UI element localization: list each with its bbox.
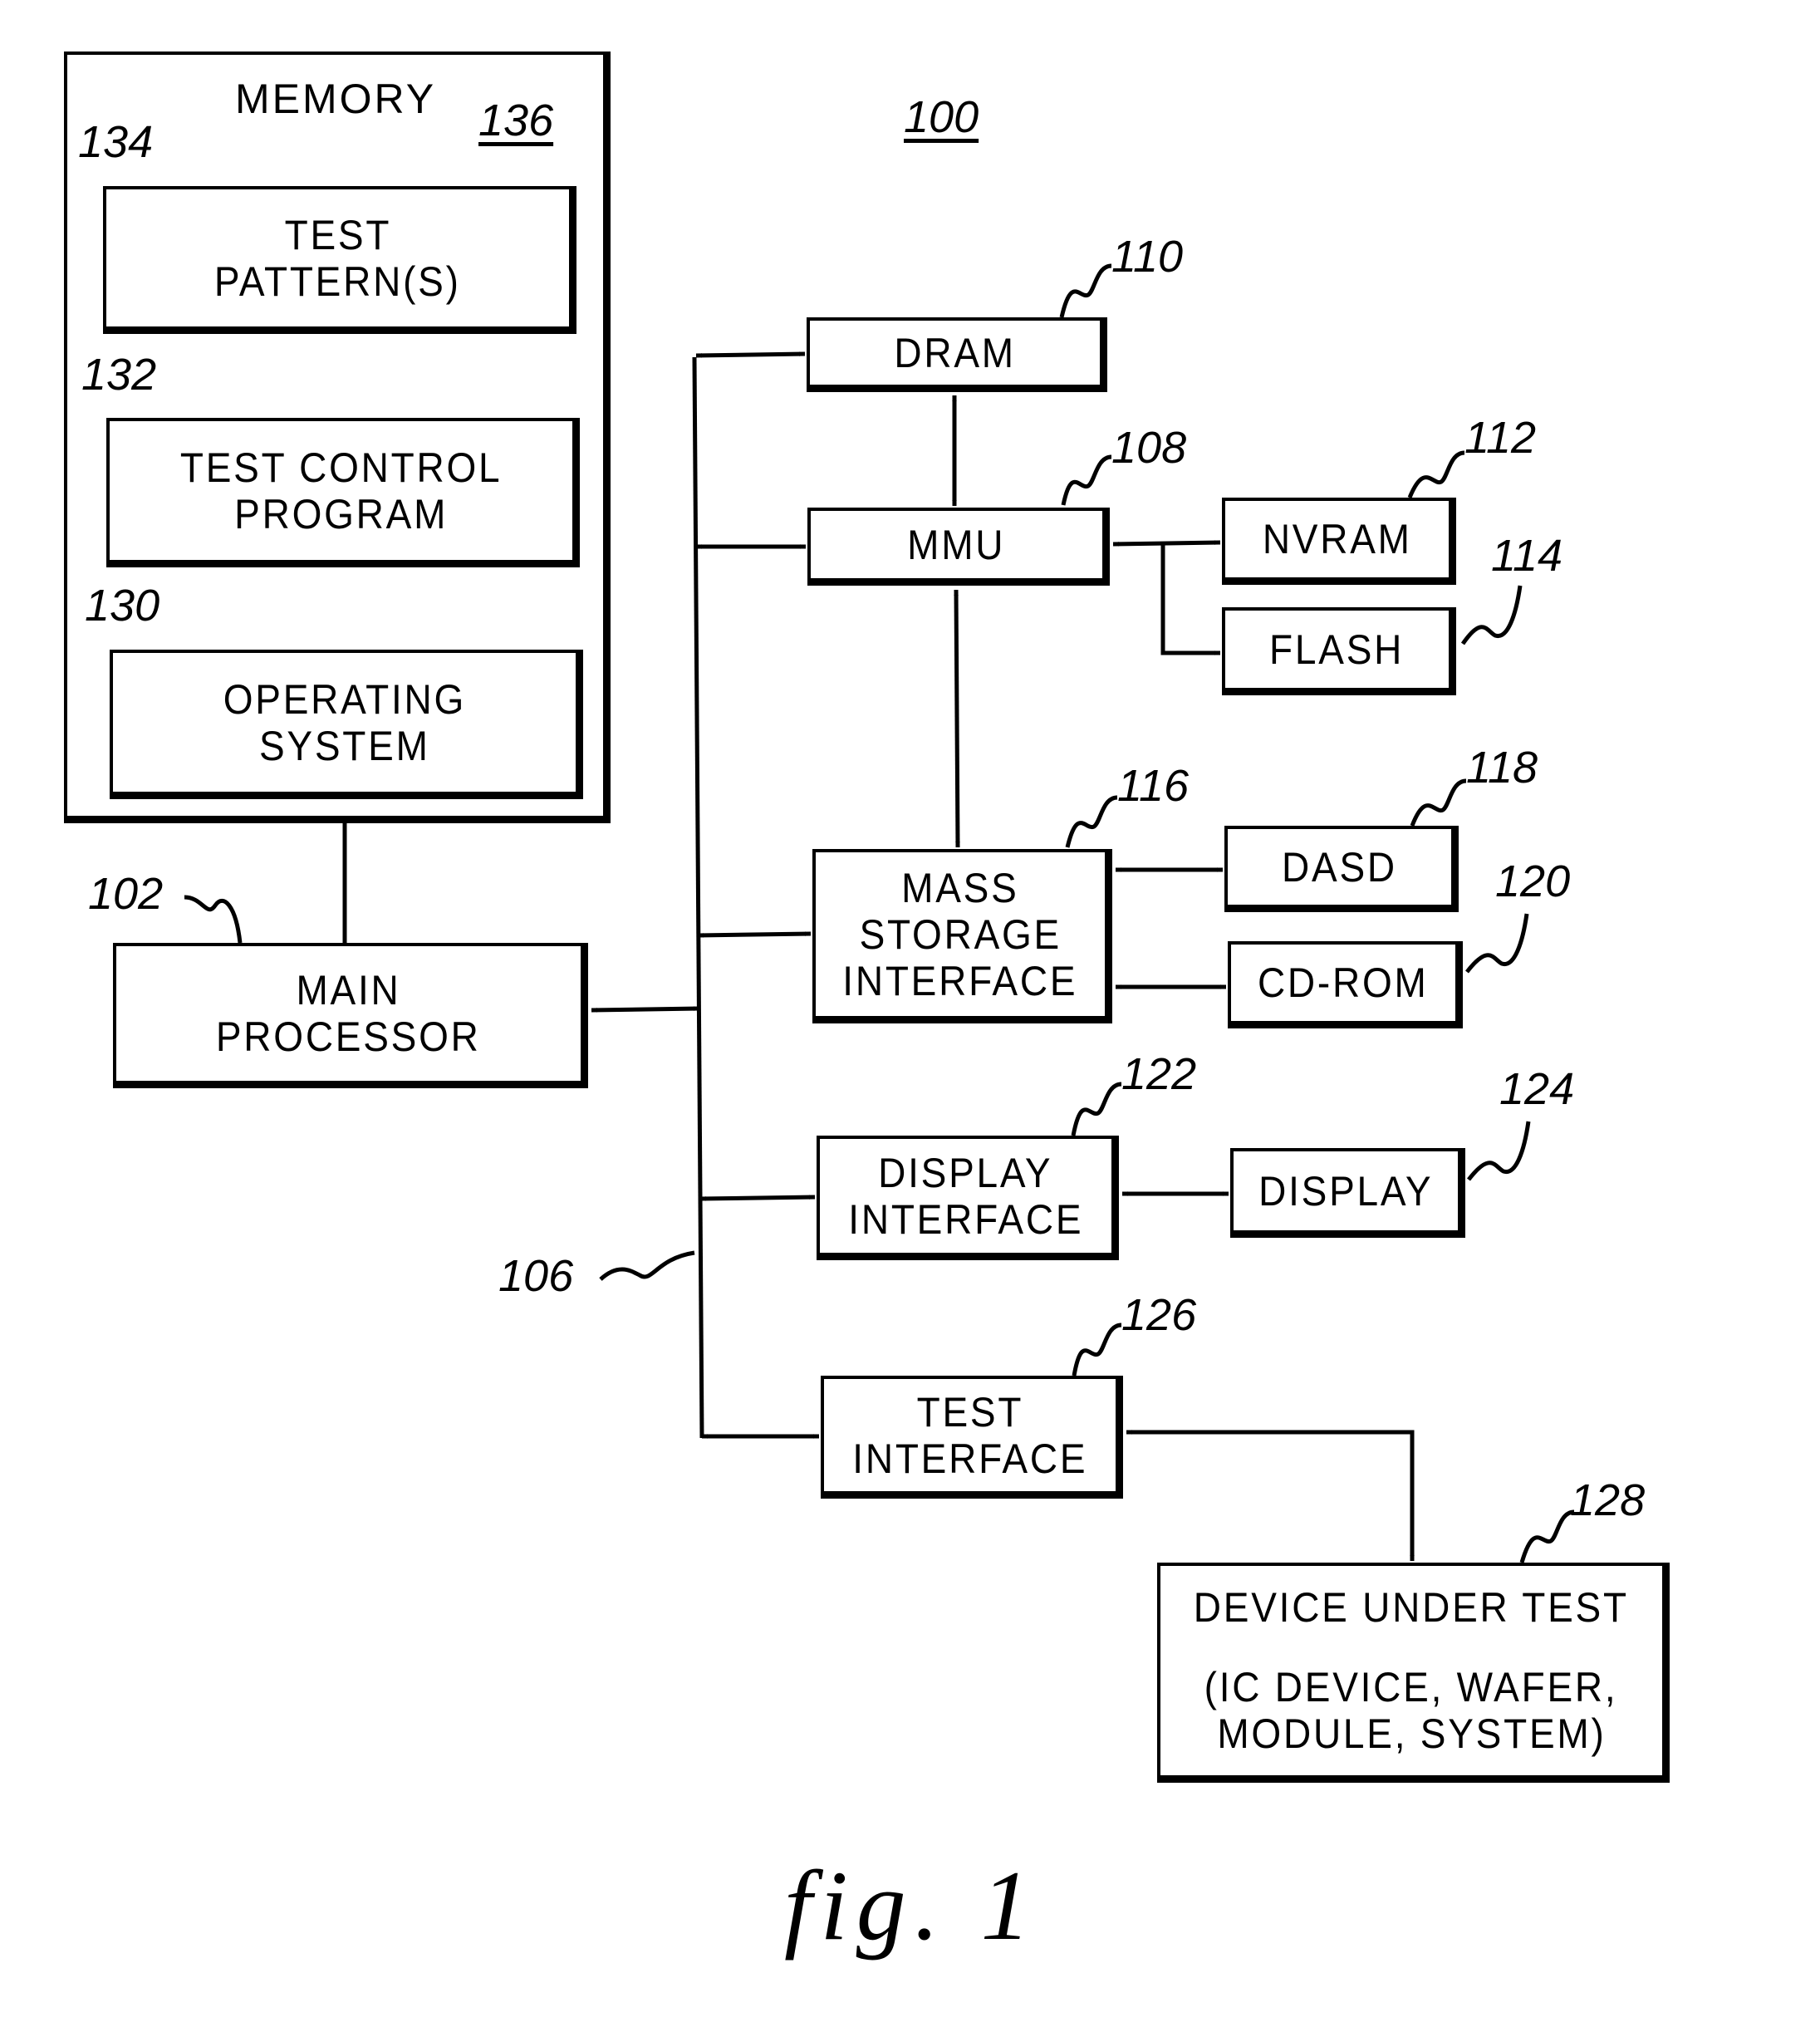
leader-126 xyxy=(1072,1323,1122,1377)
memory-title: MEMORY xyxy=(235,76,437,122)
ref-130: 130 xyxy=(85,581,160,631)
main-processor-block: MAIN PROCESSOR xyxy=(113,943,588,1088)
arrow-processor-bus xyxy=(591,1006,700,1013)
ref-124: 124 xyxy=(1499,1064,1575,1114)
leader-122 xyxy=(1071,1082,1122,1136)
leader-110 xyxy=(1059,263,1112,318)
arrow-bus-dram xyxy=(695,351,806,358)
memory-ref: 136 xyxy=(478,96,554,145)
test-control-line-1: TEST CONTROL xyxy=(179,444,503,491)
display-interface-line-1: DISPLAY xyxy=(878,1149,1053,1196)
test-interface-line-2: INTERFACE xyxy=(852,1435,1087,1482)
cd-rom-block: CD-ROM xyxy=(1228,941,1463,1028)
system-ref: 100 xyxy=(904,92,979,142)
test-patterns-line-1: TEST xyxy=(284,211,391,258)
leader-128 xyxy=(1519,1509,1575,1563)
test-patterns-block: TEST PATTERN(S) xyxy=(103,186,576,334)
ref-116: 116 xyxy=(1117,761,1190,811)
test-control-line-2: PROGRAM xyxy=(233,490,448,537)
os-line-1: OPERATING xyxy=(223,675,466,723)
arrow-mmu-massstorage xyxy=(954,589,960,848)
ref-120: 120 xyxy=(1495,856,1571,906)
display-interface-block: DISPLAY INTERFACE xyxy=(817,1136,1119,1260)
dut-line-4: MODULE, SYSTEM) xyxy=(1216,1710,1607,1757)
test-interface-line-1: TEST xyxy=(916,1388,1023,1435)
arrow-bus-displayinterface xyxy=(699,1195,816,1201)
ref-108: 108 xyxy=(1111,423,1187,473)
ref-128: 128 xyxy=(1570,1475,1646,1525)
dasd-block: DASD xyxy=(1224,826,1459,912)
display-interface-line-2: INTERFACE xyxy=(848,1195,1083,1243)
figure-caption: fig. 1 xyxy=(784,1850,1039,1961)
arrow-testinterface-dut xyxy=(1126,1430,1415,1561)
leader-116 xyxy=(1065,795,1118,848)
flash-block: FLASH xyxy=(1222,607,1456,695)
leader-106 xyxy=(599,1250,695,1281)
arrow-mmu-flash xyxy=(1160,544,1220,655)
leader-102 xyxy=(184,895,243,944)
display-block: DISPLAY xyxy=(1230,1148,1465,1238)
dut-line-3: (IC DEVICE, WAFER, xyxy=(1204,1664,1618,1710)
leader-118 xyxy=(1410,778,1467,827)
nvram-label: NVRAM xyxy=(1262,516,1412,562)
leader-114 xyxy=(1460,585,1523,645)
ref-132: 132 xyxy=(81,350,157,400)
ref-106: 106 xyxy=(498,1251,574,1301)
dram-block: DRAM xyxy=(807,317,1107,392)
main-processor-line-1: MAIN xyxy=(296,967,401,1013)
dut-line-1: DEVICE UNDER TEST xyxy=(1193,1584,1630,1631)
ref-110: 110 xyxy=(1111,232,1184,282)
test-control-program-block: TEST CONTROL PROGRAM xyxy=(106,418,580,567)
mass-storage-line-3: INTERFACE xyxy=(842,957,1078,1004)
display-label: DISPLAY xyxy=(1258,1167,1434,1215)
leader-120 xyxy=(1465,913,1529,974)
leader-112 xyxy=(1407,450,1465,498)
mass-storage-interface-block: MASS STORAGE INTERFACE xyxy=(812,849,1112,1023)
ref-102: 102 xyxy=(88,869,164,919)
device-under-test-block: DEVICE UNDER TEST (IC DEVICE, WAFER, MOD… xyxy=(1157,1563,1670,1783)
ref-126: 126 xyxy=(1121,1290,1197,1340)
system-bus xyxy=(692,356,704,1439)
ref-122: 122 xyxy=(1121,1049,1197,1099)
arrow-bus-massstorage xyxy=(697,931,812,938)
dram-label: DRAM xyxy=(894,329,1016,376)
main-processor-line-2: PROCESSOR xyxy=(216,1013,481,1060)
test-interface-block: TEST INTERFACE xyxy=(821,1376,1123,1499)
test-patterns-line-2: PATTERN(S) xyxy=(214,258,461,305)
leader-124 xyxy=(1467,1121,1531,1181)
operating-system-block: OPERATING SYSTEM xyxy=(110,650,583,799)
mmu-block: MMU xyxy=(807,508,1110,586)
dasd-label: DASD xyxy=(1282,843,1397,891)
mass-storage-line-1: MASS xyxy=(901,864,1019,911)
arrow-mmu-nvram xyxy=(1112,540,1221,547)
os-line-2: SYSTEM xyxy=(258,722,430,769)
nvram-block: NVRAM xyxy=(1222,498,1456,585)
ref-112: 112 xyxy=(1464,413,1537,463)
mass-storage-line-2: STORAGE xyxy=(859,910,1062,958)
cd-rom-label: CD-ROM xyxy=(1258,959,1429,1006)
ref-114: 114 xyxy=(1491,531,1563,581)
leader-108 xyxy=(1061,454,1112,506)
ref-134: 134 xyxy=(78,117,154,167)
ref-118: 118 xyxy=(1466,743,1538,793)
mmu-label: MMU xyxy=(907,521,1006,568)
flash-label: FLASH xyxy=(1269,626,1405,673)
